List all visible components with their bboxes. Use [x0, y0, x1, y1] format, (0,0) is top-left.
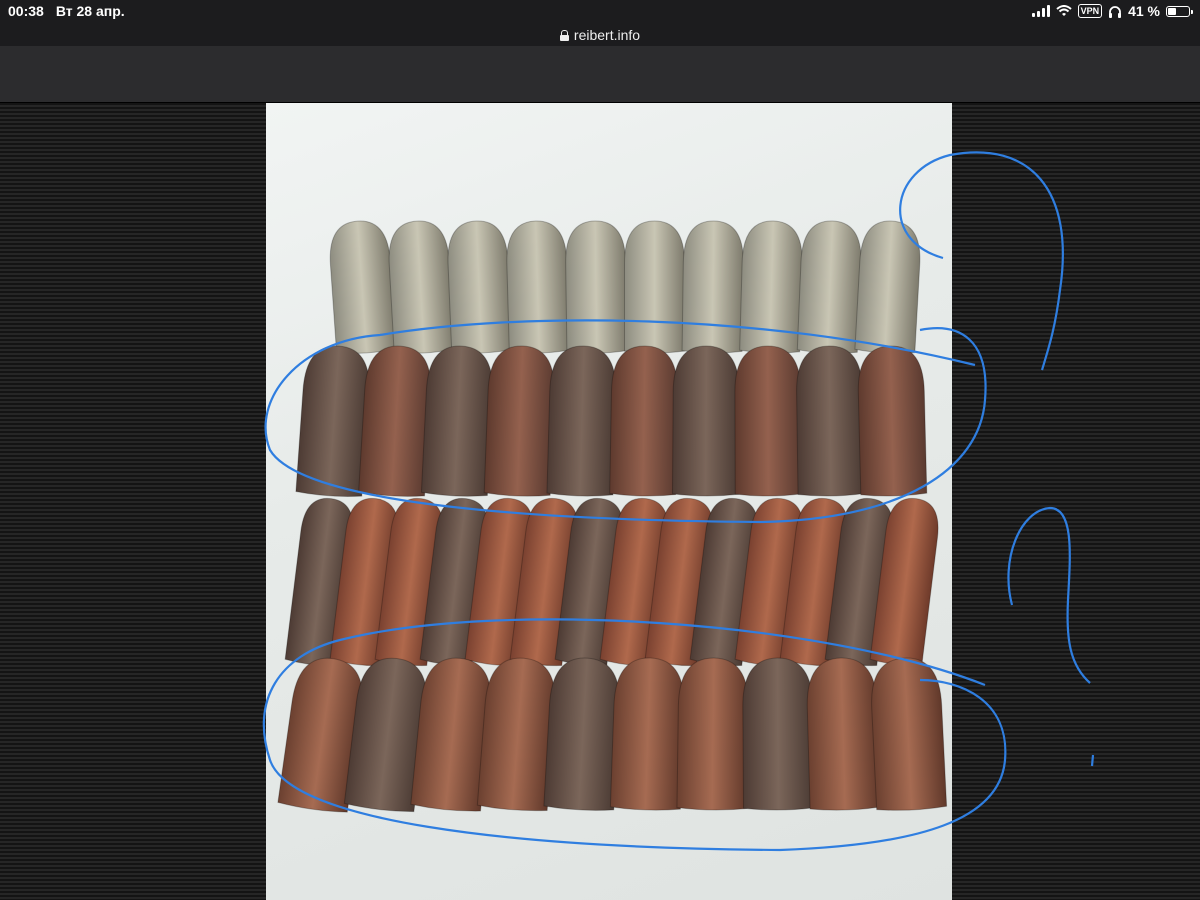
bullet-row2-9 — [796, 345, 865, 497]
bullet-row4-10 — [871, 657, 948, 811]
bullet-row1-6 — [624, 220, 685, 354]
bullet-row1-2 — [388, 220, 455, 354]
bullet-row4-6 — [609, 657, 685, 811]
bullet-row2-5 — [546, 345, 617, 497]
battery-icon — [1166, 5, 1193, 17]
clock: 00:38 — [8, 3, 44, 19]
bullet-row2-3 — [420, 345, 493, 497]
bullet-row1-5 — [565, 220, 628, 354]
headphones-icon — [1109, 5, 1122, 18]
bullet-row1-8 — [739, 220, 803, 354]
cellular-signal-icon — [1031, 5, 1050, 17]
battery-percent: 41 % — [1128, 3, 1160, 19]
bullets-photo[interactable] — [266, 103, 952, 900]
date: Вт 28 апр. — [55, 3, 125, 19]
bullet-row4-9 — [806, 657, 881, 811]
bullet-row1-9 — [796, 220, 862, 354]
browser-toolbar — [0, 46, 1200, 103]
bullet-row2-4 — [483, 345, 555, 497]
bullet-row2-6 — [609, 345, 678, 497]
bullet-row2-10 — [857, 345, 928, 497]
bullet-row1-4 — [506, 220, 570, 354]
bullet-row1-7 — [681, 220, 744, 354]
bullet-row2-7 — [671, 345, 740, 497]
address-bar[interactable]: reibert.info — [0, 24, 1200, 46]
bullet-row1-1 — [329, 220, 397, 354]
bullet-row2-8 — [734, 345, 802, 497]
url-text[interactable]: reibert.info — [574, 27, 640, 43]
status-bar: 00:38 Вт 28 апр. VPN 41 % — [0, 0, 1200, 24]
bullet-row1-10 — [854, 220, 921, 354]
wifi-icon — [1055, 5, 1072, 16]
bullet-row4-7 — [676, 657, 749, 811]
bullet-row1-3 — [447, 220, 513, 354]
vpn-badge: VPN — [1077, 4, 1103, 18]
bullets-drawing — [277, 220, 948, 813]
bullet-row4-5 — [543, 657, 621, 811]
bullet-row4-8 — [742, 657, 815, 811]
lock-icon — [559, 29, 569, 41]
